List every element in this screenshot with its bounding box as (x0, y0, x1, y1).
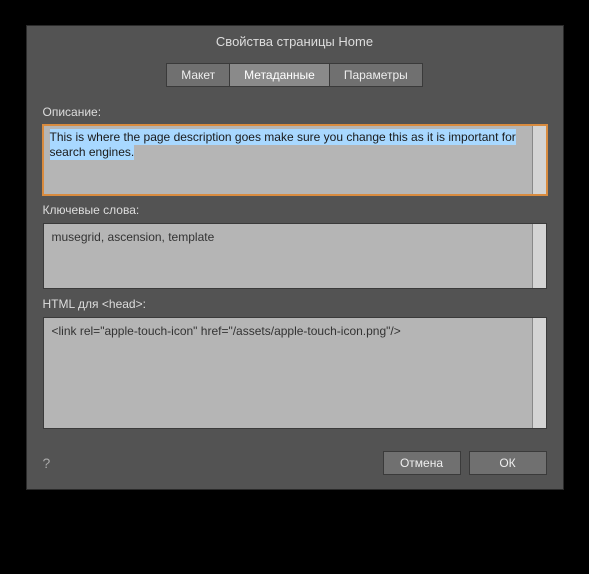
tabs: Макет Метаданные Параметры (27, 57, 563, 97)
headhtml-label: HTML для <head>: (43, 297, 547, 311)
description-field-wrap: This is where the page description goes … (42, 124, 548, 196)
keywords-input[interactable] (44, 224, 532, 288)
button-group: Отмена ОК (383, 451, 547, 475)
headhtml-scrollbar[interactable] (532, 318, 546, 428)
content-area: Описание: This is where the page descrip… (27, 105, 563, 441)
keywords-label: Ключевые слова: (43, 203, 547, 217)
keywords-field-wrap (43, 223, 547, 289)
description-label: Описание: (43, 105, 547, 119)
headhtml-field-wrap (43, 317, 547, 429)
cancel-button[interactable]: Отмена (383, 451, 461, 475)
ok-button[interactable]: ОК (469, 451, 547, 475)
dialog-title: Свойства страницы Home (27, 26, 563, 57)
tab-layout[interactable]: Макет (166, 63, 230, 87)
headhtml-input[interactable] (44, 318, 532, 428)
description-scrollbar[interactable] (532, 126, 546, 194)
dialog-footer: ? Отмена ОК (27, 441, 563, 489)
tab-metadata[interactable]: Метаданные (230, 63, 330, 87)
description-selected-text: This is where the page description goes … (50, 129, 516, 160)
help-icon[interactable]: ? (43, 455, 51, 471)
page-properties-dialog: Свойства страницы Home Макет Метаданные … (26, 25, 564, 490)
tab-params[interactable]: Параметры (330, 63, 423, 87)
keywords-scrollbar[interactable] (532, 224, 546, 288)
description-input[interactable]: This is where the page description goes … (44, 126, 532, 194)
